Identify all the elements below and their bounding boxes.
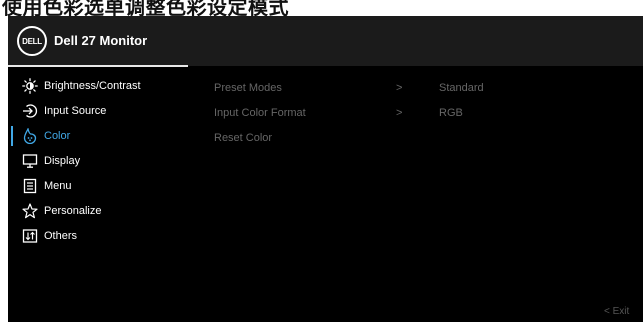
menu-item-personalize[interactable]: Personalize	[8, 199, 188, 223]
chevron-right-icon: >	[396, 107, 403, 119]
others-icon	[22, 228, 38, 244]
submenu-preset-modes[interactable]: Preset Modes	[214, 82, 282, 94]
menu-icon	[22, 178, 38, 194]
menu-item-menu[interactable]: Menu	[8, 174, 188, 198]
menu-label: Personalize	[44, 205, 102, 217]
submenu-input-color-format[interactable]: Input Color Format	[214, 107, 306, 119]
menu-item-others[interactable]: Others	[8, 224, 188, 248]
menu-item-brightness-contrast[interactable]: Brightness/Contrast	[8, 74, 188, 98]
menu-label: Others	[44, 230, 78, 242]
menu-label: Menu	[44, 180, 72, 192]
star-icon	[22, 203, 38, 219]
menu-item-display[interactable]: Display	[8, 149, 188, 173]
brightness-icon	[22, 78, 38, 94]
caption-text: 使用色彩选单调整色彩设定模式	[2, 0, 289, 16]
display-icon	[22, 153, 38, 169]
dell-logo: DELL	[17, 26, 47, 56]
menu-label: Color	[44, 130, 71, 142]
menu-label: Display	[44, 155, 81, 167]
menu-item-input-source[interactable]: Input Source	[8, 99, 188, 123]
menu-label: Input Source	[44, 105, 107, 117]
menu-label: Brightness/Contrast	[44, 80, 141, 92]
header-underline	[8, 65, 188, 67]
osd-header: DELL Dell 27 Monitor	[8, 16, 643, 66]
preset-modes-value: Standard	[439, 82, 484, 94]
menu-item-color[interactable]: Color	[8, 124, 188, 148]
monitor-title: Dell 27 Monitor	[54, 33, 148, 48]
submenu-reset-color[interactable]: Reset Color	[214, 132, 272, 144]
color-icon	[22, 128, 38, 144]
chevron-right-icon: >	[396, 82, 403, 94]
exit-button[interactable]: < Exit	[604, 306, 629, 317]
input-color-format-value: RGB	[439, 107, 463, 119]
page-caption: 使用色彩选单调整色彩设定模式	[0, 0, 643, 16]
logo-text: DELL	[22, 36, 42, 46]
input-source-icon	[22, 103, 38, 119]
monitor-osd: DELL Dell 27 Monitor Brightness/Contrast…	[8, 16, 643, 322]
